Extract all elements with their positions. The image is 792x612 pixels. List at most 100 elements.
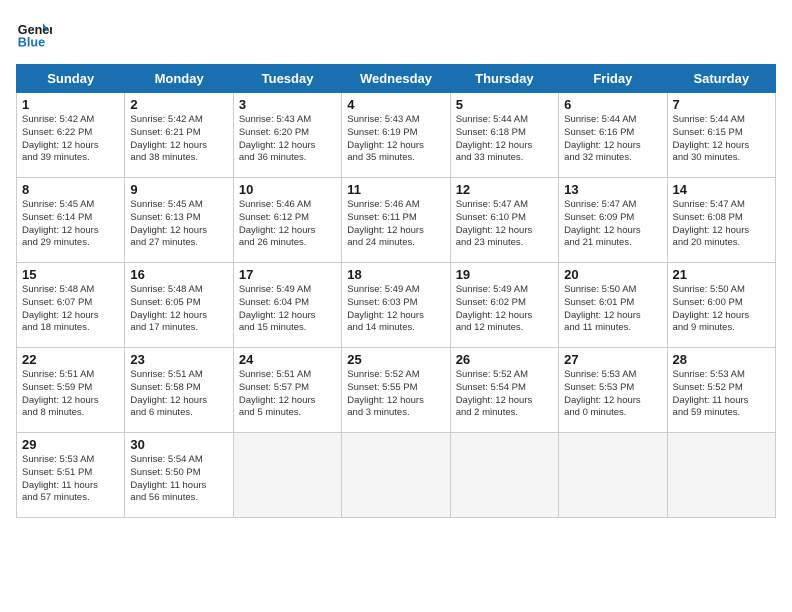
- day-info: Sunrise: 5:49 AMSunset: 6:03 PMDaylight:…: [347, 284, 444, 335]
- calendar-week-3: 15 Sunrise: 5:48 AMSunset: 6:07 PMDayligh…: [17, 263, 776, 348]
- day-cell-1: 1 Sunrise: 5:42 AMSunset: 6:22 PMDaylight…: [17, 93, 125, 178]
- day-number: 20: [564, 267, 661, 282]
- day-cell-25: 25 Sunrise: 5:52 AMSunset: 5:55 PMDayligh…: [342, 348, 450, 433]
- logo-icon: General Blue: [16, 16, 52, 52]
- day-info: Sunrise: 5:51 AMSunset: 5:57 PMDaylight:…: [239, 369, 336, 420]
- day-cell-21: 21 Sunrise: 5:50 AMSunset: 6:00 PMDayligh…: [667, 263, 775, 348]
- day-info: Sunrise: 5:47 AMSunset: 6:10 PMDaylight:…: [456, 199, 553, 250]
- day-number: 1: [22, 97, 119, 112]
- day-number: 22: [22, 352, 119, 367]
- day-cell-13: 13 Sunrise: 5:47 AMSunset: 6:09 PMDayligh…: [559, 178, 667, 263]
- calendar-week-2: 8 Sunrise: 5:45 AMSunset: 6:14 PMDaylight…: [17, 178, 776, 263]
- empty-cell: [342, 433, 450, 518]
- day-cell-2: 2Sunrise: 5:42 AMSunset: 6:21 PMDaylight…: [125, 93, 233, 178]
- weekday-header-sunday: Sunday: [17, 65, 125, 93]
- day-number: 5: [456, 97, 553, 112]
- day-info: Sunrise: 5:50 AMSunset: 6:00 PMDaylight:…: [673, 284, 770, 335]
- day-info: Sunrise: 5:49 AMSunset: 6:02 PMDaylight:…: [456, 284, 553, 335]
- day-number: 24: [239, 352, 336, 367]
- day-info: Sunrise: 5:52 AMSunset: 5:55 PMDaylight:…: [347, 369, 444, 420]
- day-info: Sunrise: 5:51 AMSunset: 5:59 PMDaylight:…: [22, 369, 119, 420]
- weekday-header-row: SundayMondayTuesdayWednesdayThursdayFrid…: [17, 65, 776, 93]
- day-number: 9: [130, 182, 227, 197]
- day-cell-18: 18 Sunrise: 5:49 AMSunset: 6:03 PMDayligh…: [342, 263, 450, 348]
- day-info: Sunrise: 5:50 AMSunset: 6:01 PMDaylight:…: [564, 284, 661, 335]
- day-cell-27: 27Sunrise: 5:53 AMSunset: 5:53 PMDayligh…: [559, 348, 667, 433]
- day-cell-10: 10Sunrise: 5:46 AMSunset: 6:12 PMDayligh…: [233, 178, 341, 263]
- day-number: 14: [673, 182, 770, 197]
- day-number: 26: [456, 352, 553, 367]
- day-info: Sunrise: 5:44 AMSunset: 6:15 PMDaylight:…: [673, 114, 770, 165]
- day-info: Sunrise: 5:45 AMSunset: 6:14 PMDaylight:…: [22, 199, 119, 250]
- day-number: 21: [673, 267, 770, 282]
- day-number: 12: [456, 182, 553, 197]
- day-cell-26: 26 Sunrise: 5:52 AMSunset: 5:54 PMDayligh…: [450, 348, 558, 433]
- day-cell-9: 9 Sunrise: 5:45 AMSunset: 6:13 PMDaylight…: [125, 178, 233, 263]
- empty-cell: [559, 433, 667, 518]
- day-cell-20: 20 Sunrise: 5:50 AMSunset: 6:01 PMDayligh…: [559, 263, 667, 348]
- day-info: Sunrise: 5:52 AMSunset: 5:54 PMDaylight:…: [456, 369, 553, 420]
- day-number: 18: [347, 267, 444, 282]
- day-info: Sunrise: 5:42 AMSunset: 6:21 PMDaylight:…: [130, 114, 227, 165]
- weekday-header-monday: Monday: [125, 65, 233, 93]
- day-number: 3: [239, 97, 336, 112]
- day-info: Sunrise: 5:51 AMSunset: 5:58 PMDaylight:…: [130, 369, 227, 420]
- empty-cell: [233, 433, 341, 518]
- day-number: 7: [673, 97, 770, 112]
- day-info: Sunrise: 5:46 AMSunset: 6:11 PMDaylight:…: [347, 199, 444, 250]
- day-number: 13: [564, 182, 661, 197]
- day-cell-30: 30Sunrise: 5:54 AMSunset: 5:50 PMDayligh…: [125, 433, 233, 518]
- day-cell-28: 28Sunrise: 5:53 AMSunset: 5:52 PMDayligh…: [667, 348, 775, 433]
- day-cell-7: 7 Sunrise: 5:44 AMSunset: 6:15 PMDaylight…: [667, 93, 775, 178]
- day-info: Sunrise: 5:42 AMSunset: 6:22 PMDaylight:…: [22, 114, 119, 165]
- day-cell-6: 6Sunrise: 5:44 AMSunset: 6:16 PMDaylight…: [559, 93, 667, 178]
- day-number: 23: [130, 352, 227, 367]
- day-number: 4: [347, 97, 444, 112]
- day-info: Sunrise: 5:45 AMSunset: 6:13 PMDaylight:…: [130, 199, 227, 250]
- day-number: 11: [347, 182, 444, 197]
- day-info: Sunrise: 5:43 AMSunset: 6:19 PMDaylight:…: [347, 114, 444, 165]
- day-number: 17: [239, 267, 336, 282]
- calendar-week-5: 29 Sunrise: 5:53 AMSunset: 5:51 PMDayligh…: [17, 433, 776, 518]
- day-number: 8: [22, 182, 119, 197]
- day-cell-4: 4 Sunrise: 5:43 AMSunset: 6:19 PMDaylight…: [342, 93, 450, 178]
- day-number: 15: [22, 267, 119, 282]
- day-info: Sunrise: 5:47 AMSunset: 6:09 PMDaylight:…: [564, 199, 661, 250]
- day-cell-12: 12 Sunrise: 5:47 AMSunset: 6:10 PMDayligh…: [450, 178, 558, 263]
- day-cell-23: 23 Sunrise: 5:51 AMSunset: 5:58 PMDayligh…: [125, 348, 233, 433]
- calendar-table: SundayMondayTuesdayWednesdayThursdayFrid…: [16, 64, 776, 518]
- weekday-header-thursday: Thursday: [450, 65, 558, 93]
- day-info: Sunrise: 5:44 AMSunset: 6:16 PMDaylight:…: [564, 114, 661, 165]
- weekday-header-saturday: Saturday: [667, 65, 775, 93]
- empty-cell: [667, 433, 775, 518]
- day-number: 19: [456, 267, 553, 282]
- day-info: Sunrise: 5:48 AMSunset: 6:07 PMDaylight:…: [22, 284, 119, 335]
- svg-text:Blue: Blue: [18, 36, 45, 50]
- day-info: Sunrise: 5:43 AMSunset: 6:20 PMDaylight:…: [239, 114, 336, 165]
- day-number: 16: [130, 267, 227, 282]
- day-info: Sunrise: 5:49 AMSunset: 6:04 PMDaylight:…: [239, 284, 336, 335]
- day-info: Sunrise: 5:44 AMSunset: 6:18 PMDaylight:…: [456, 114, 553, 165]
- day-number: 29: [22, 437, 119, 452]
- weekday-header-wednesday: Wednesday: [342, 65, 450, 93]
- day-number: 30: [130, 437, 227, 452]
- day-info: Sunrise: 5:46 AMSunset: 6:12 PMDaylight:…: [239, 199, 336, 250]
- calendar-week-1: 1 Sunrise: 5:42 AMSunset: 6:22 PMDaylight…: [17, 93, 776, 178]
- header: General Blue: [16, 16, 776, 52]
- day-cell-19: 19 Sunrise: 5:49 AMSunset: 6:02 PMDayligh…: [450, 263, 558, 348]
- day-number: 25: [347, 352, 444, 367]
- day-cell-15: 15 Sunrise: 5:48 AMSunset: 6:07 PMDayligh…: [17, 263, 125, 348]
- day-info: Sunrise: 5:53 AMSunset: 5:51 PMDaylight:…: [22, 454, 119, 505]
- day-cell-29: 29 Sunrise: 5:53 AMSunset: 5:51 PMDayligh…: [17, 433, 125, 518]
- day-cell-11: 11 Sunrise: 5:46 AMSunset: 6:11 PMDayligh…: [342, 178, 450, 263]
- day-cell-24: 24 Sunrise: 5:51 AMSunset: 5:57 PMDayligh…: [233, 348, 341, 433]
- weekday-header-friday: Friday: [559, 65, 667, 93]
- day-info: Sunrise: 5:53 AMSunset: 5:52 PMDaylight:…: [673, 369, 770, 420]
- empty-cell: [450, 433, 558, 518]
- day-info: Sunrise: 5:48 AMSunset: 6:05 PMDaylight:…: [130, 284, 227, 335]
- weekday-header-tuesday: Tuesday: [233, 65, 341, 93]
- day-cell-3: 3 Sunrise: 5:43 AMSunset: 6:20 PMDaylight…: [233, 93, 341, 178]
- day-cell-17: 17 Sunrise: 5:49 AMSunset: 6:04 PMDayligh…: [233, 263, 341, 348]
- day-cell-22: 22 Sunrise: 5:51 AMSunset: 5:59 PMDayligh…: [17, 348, 125, 433]
- day-number: 27: [564, 352, 661, 367]
